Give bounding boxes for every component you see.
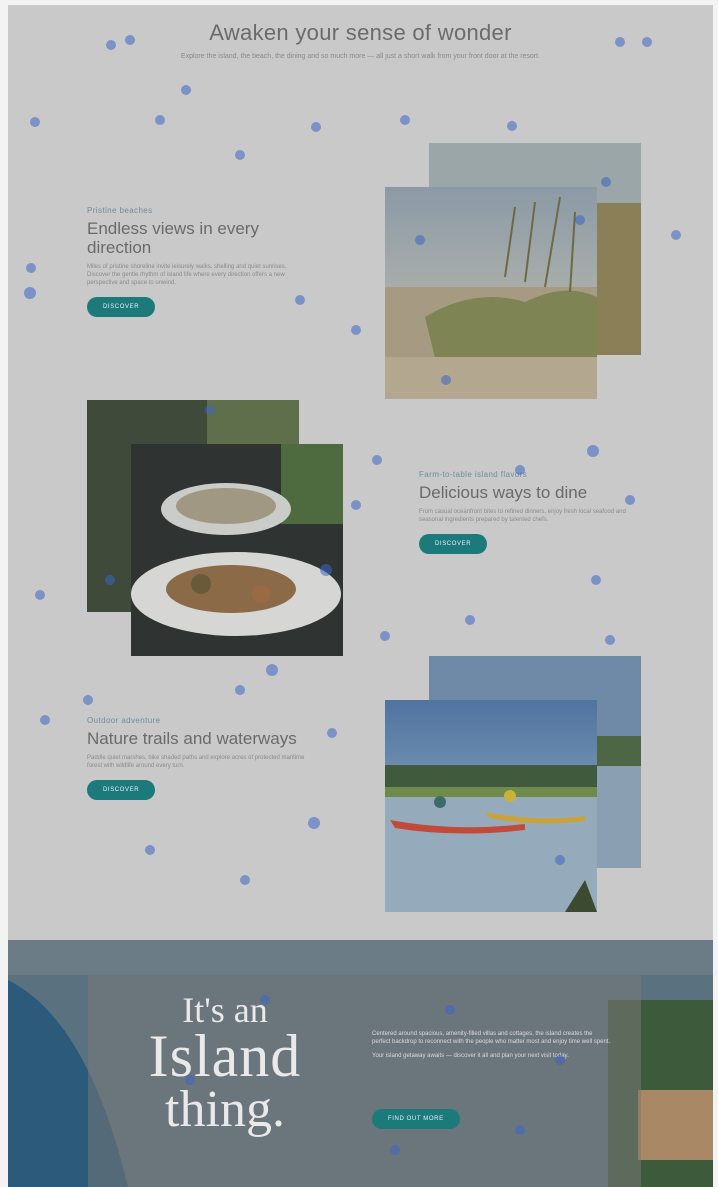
island-copy: Centered around spacious, amenity-filled…: [372, 1030, 612, 1060]
island-banner: [8, 940, 713, 1187]
discover-button[interactable]: DISCOVER: [419, 534, 488, 554]
section-text: From casual oceanfront bites to refined …: [419, 509, 626, 523]
section-beaches: Pristine beaches Endless views in every …: [87, 206, 307, 317]
hero-title: Awaken your sense of wonder: [209, 20, 512, 45]
island-line3: thing.: [165, 1081, 285, 1138]
section-eyebrow: Pristine beaches: [87, 206, 153, 215]
hero-subtitle: Explore the island, the beach, the dinin…: [180, 53, 541, 60]
kayak-photo: [385, 700, 597, 912]
section-trails: Outdoor adventure Nature trails and wate…: [87, 716, 307, 800]
find-out-more-button[interactable]: FIND OUT MORE: [372, 1109, 460, 1129]
dining-plate-photo: [131, 444, 343, 656]
hero: Awaken your sense of wonder Explore the …: [8, 20, 713, 62]
section-text: Miles of pristine shoreline invite leisu…: [87, 264, 287, 286]
section-heading: Endless views in every direction: [87, 219, 259, 257]
frame-right: [713, 0, 718, 1187]
discover-button[interactable]: DISCOVER: [87, 780, 156, 800]
section-heading: Delicious ways to dine: [419, 483, 588, 502]
section-heading: Nature trails and waterways: [87, 729, 297, 748]
discover-button[interactable]: DISCOVER: [87, 297, 156, 317]
island-headline: It's an Island thing.: [120, 992, 330, 1136]
beach-dunes-photo: [385, 187, 597, 399]
frame-left: [0, 0, 8, 1187]
island-text-1: Centered around spacious, amenity-filled…: [372, 1031, 611, 1045]
island-line2: Island: [148, 1023, 302, 1089]
island-text-2: Your island getaway awaits — discover it…: [372, 1053, 569, 1059]
frame-top: [0, 0, 718, 5]
section-eyebrow: Farm-to-table island flavors: [419, 470, 528, 479]
section-eyebrow: Outdoor adventure: [87, 716, 161, 725]
page: Awaken your sense of wonder Explore the …: [0, 0, 718, 1187]
section-dining: Farm-to-table island flavors Delicious w…: [419, 470, 639, 554]
section-text: Paddle quiet marshes, bike shaded paths …: [87, 755, 305, 769]
